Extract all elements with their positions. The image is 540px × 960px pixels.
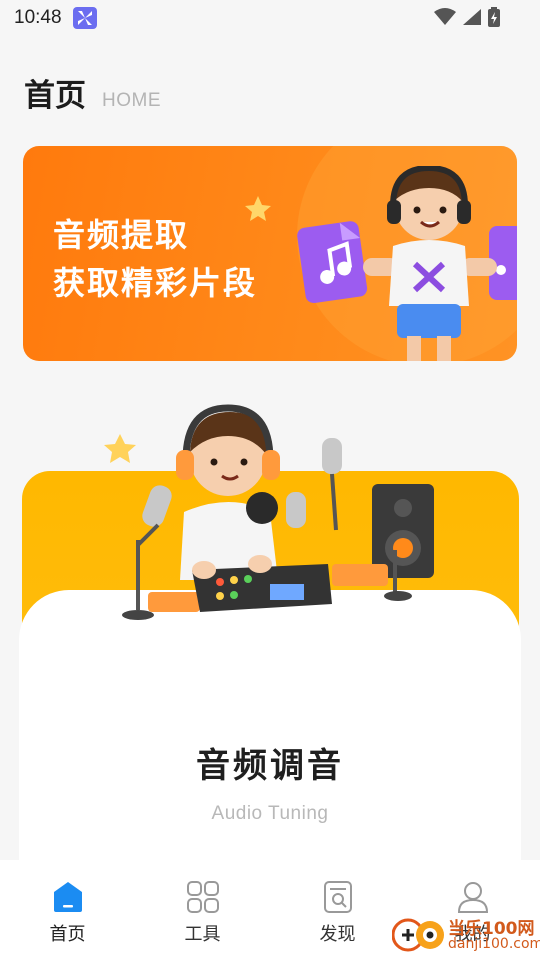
banner-character-illustration — [297, 166, 517, 361]
nav-item-discover[interactable]: 发现 — [270, 860, 405, 960]
page-subtitle: HOME — [102, 90, 161, 111]
tuning-card-title: 音频调音 — [196, 746, 344, 786]
nav-item-home[interactable]: 首页 — [0, 860, 135, 960]
banner-subtitle: 获取精彩片段 — [53, 264, 258, 302]
status-icons — [434, 7, 500, 27]
banner-title: 音频提取 — [53, 216, 190, 254]
app-screen: 10:48 首页 HOME 音频提取 获取精彩片段 音频调音 Audio Tun… — [0, 0, 540, 960]
app-notification-icon — [73, 7, 97, 29]
audio-tuning-card[interactable]: 音频调音 Audio Tuning — [19, 590, 521, 890]
wifi-icon — [434, 8, 456, 25]
profile-icon — [457, 882, 488, 913]
watermark-url: danji100.com — [448, 936, 540, 952]
nav-label-home: 首页 — [49, 924, 86, 945]
audio-extract-banner[interactable]: 音频提取 获取精彩片段 — [23, 146, 517, 361]
status-time: 10:48 — [14, 7, 62, 28]
nav-label-discover: 发现 — [319, 924, 356, 945]
nav-label-tools: 工具 — [184, 924, 221, 945]
nav-item-tools[interactable]: 工具 — [135, 860, 270, 960]
tuning-card-subtitle: Audio Tuning — [211, 803, 329, 824]
dj-character-illustration — [104, 404, 434, 620]
site-watermark: 当乐100网 danji100.com — [390, 912, 540, 958]
home-icon — [53, 882, 82, 912]
page-header: 首页 HOME — [24, 70, 161, 115]
discover-icon — [323, 881, 352, 913]
watermark-logo — [392, 918, 444, 952]
status-bar: 10:48 — [0, 0, 540, 36]
banner-star-icon — [245, 196, 271, 221]
page-title: 首页 — [24, 78, 86, 114]
tools-grid-icon — [186, 881, 219, 913]
battery-icon — [488, 7, 500, 27]
signal-icon — [463, 9, 481, 25]
